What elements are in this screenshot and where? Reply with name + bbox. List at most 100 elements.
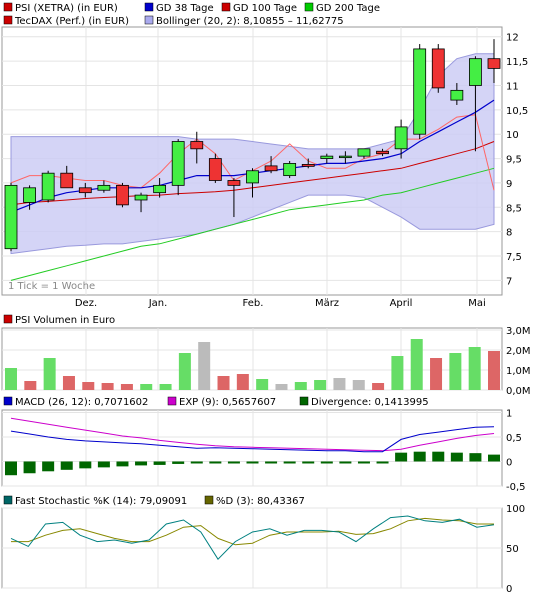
legend-gd100: GD 100 Tage xyxy=(233,3,297,14)
divergence-bar xyxy=(265,461,278,464)
legend-swatch-volume xyxy=(3,314,13,324)
divergence-bar xyxy=(395,452,408,462)
price-y-tick-label: 11,5 xyxy=(506,57,528,68)
price-panel: 7 7,5 8 8,5 9 9,5 10 10,5 11 11,5 12 Dez. Jan. Feb. M… xyxy=(1,2,528,309)
price-y-tick-label: 10 xyxy=(506,130,519,141)
x-tick-label: April xyxy=(390,298,413,309)
price-y-tick-label: 8 xyxy=(506,228,512,239)
divergence-bar xyxy=(302,461,315,464)
divergence-bar xyxy=(209,461,222,464)
candle xyxy=(413,44,427,140)
x-tick-label: Feb. xyxy=(243,298,264,309)
x-tick-label: Mai xyxy=(468,298,486,309)
legend-k: Fast Stochastic %K (14): 79,09091 xyxy=(15,496,187,507)
legend-volume: PSI Volumen in Euro xyxy=(15,315,115,326)
divergence-bar xyxy=(450,452,463,462)
legend-swatch-tecdax xyxy=(3,15,13,25)
stoch-y-tick-label: 50 xyxy=(506,544,519,555)
legend-swatch-bollinger xyxy=(144,15,154,25)
legend-gd38: GD 38 Tage xyxy=(156,3,214,14)
macd-panel: -0,5 0 0,5 1 MACD (26, 12): 0,7071602 EXP (… xyxy=(1,396,526,493)
legend-swatch-gd38 xyxy=(144,2,154,12)
divergence-bar xyxy=(153,461,166,465)
volume-bar xyxy=(294,382,307,390)
divergence-bar xyxy=(339,461,352,464)
volume-bar xyxy=(333,378,346,390)
legend-tecdax: TecDAX (Perf.) (in EUR) xyxy=(14,16,129,27)
divergence-bar xyxy=(60,461,73,470)
x-tick-label: März xyxy=(315,298,339,309)
legend-swatch-exp xyxy=(167,396,177,406)
price-y-tick-label: 7,5 xyxy=(506,252,522,263)
volume-bar xyxy=(468,347,481,390)
divergence-bar xyxy=(488,454,500,462)
macd-y-tick-label: 1 xyxy=(506,408,512,419)
volume-bar xyxy=(430,358,443,390)
divergence-bar xyxy=(320,461,333,464)
volume-bar xyxy=(140,384,153,390)
volume-bar xyxy=(449,353,462,390)
legend-exp: EXP (9): 0,5657607 xyxy=(179,397,276,408)
divergence-bar xyxy=(432,451,445,462)
legend-swatch-psi xyxy=(3,2,13,12)
divergence-bar xyxy=(79,461,92,469)
divergence-bar xyxy=(246,461,259,464)
volume-bar xyxy=(410,339,423,390)
volume-bar xyxy=(159,384,172,390)
volume-bar xyxy=(24,381,37,390)
divergence-bar xyxy=(413,451,426,462)
stochastic-panel: 0 50 100 Fast Stochastic %K (14): 79,09091… xyxy=(1,495,525,595)
divergence-bar xyxy=(172,461,185,464)
stoch-y-tick-label: 0 xyxy=(506,584,512,595)
divergence-bar xyxy=(283,461,296,464)
volume-bar xyxy=(101,383,114,390)
divergence-bar xyxy=(469,453,482,462)
tick-note: 1 Tick = 1 Woche xyxy=(8,281,95,292)
volume-bar xyxy=(314,380,327,390)
volume-bar xyxy=(178,353,191,390)
volume-bar xyxy=(120,384,133,390)
divergence-bar xyxy=(135,461,148,466)
legend-swatch-gd100 xyxy=(221,2,231,12)
divergence-bar xyxy=(357,461,370,464)
price-y-tick-label: 11 xyxy=(506,81,519,92)
x-tick-label: Dez. xyxy=(75,298,97,309)
price-y-tick-label: 9,5 xyxy=(506,155,522,166)
volume-bar xyxy=(488,351,500,390)
candle xyxy=(116,182,129,208)
legend-psi: PSI (XETRA) (in EUR) xyxy=(15,3,118,14)
macd-y-tick-label: -0,5 xyxy=(506,482,526,493)
volume-y-tick-label: 2,0M xyxy=(506,346,531,357)
price-y-tick-label: 10,5 xyxy=(506,106,528,117)
divergence-bar xyxy=(5,461,17,476)
divergence-bar xyxy=(190,461,203,464)
divergence-bar xyxy=(116,461,129,467)
candle xyxy=(283,161,297,179)
volume-y-tick-label: 3,0M xyxy=(506,326,531,337)
volume-bar xyxy=(62,376,75,390)
volume-y-tick-label: 0,0M xyxy=(506,386,531,397)
macd-y-tick-label: 0,5 xyxy=(506,433,522,444)
legend-macd: MACD (26, 12): 0,7071602 xyxy=(15,397,148,408)
volume-bar xyxy=(275,384,288,390)
candle xyxy=(431,44,445,93)
legend-swatch-k xyxy=(3,495,13,505)
volume-bar xyxy=(352,380,365,390)
volume-bar xyxy=(82,382,95,390)
divergence-bar xyxy=(227,461,240,464)
volume-bar xyxy=(198,342,211,390)
macd-y-tick-label: 0 xyxy=(506,457,512,468)
legend-bollinger: Bollinger (20, 2): 8,10855 – 11,62775 xyxy=(156,16,344,27)
divergence-bar xyxy=(23,461,36,474)
legend-divergence: Divergence: 0,1413995 xyxy=(311,397,429,408)
volume-bar xyxy=(217,376,230,390)
legend-swatch-gd200 xyxy=(304,2,314,12)
volume-bar xyxy=(43,358,56,390)
volume-bar xyxy=(391,356,404,390)
stock-chart: 77,588,599,51010,51111,512 Dez. Jan. Feb. M… xyxy=(0,0,545,610)
legend-gd200: GD 200 Tage xyxy=(316,3,380,14)
legend-d: %D (3): 80,43367 xyxy=(216,496,305,507)
divergence-bar xyxy=(376,461,389,464)
volume-y-tick-label: 1,0M xyxy=(506,366,531,377)
volume-bar xyxy=(372,383,385,390)
